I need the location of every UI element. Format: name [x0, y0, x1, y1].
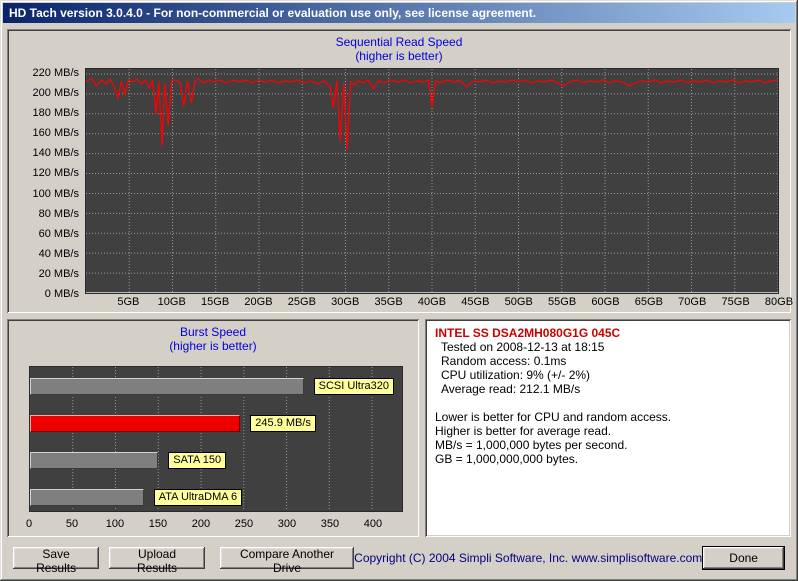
drive-stat-line: Average read: 212.1 MB/s	[441, 382, 581, 396]
burst-bar-label: SATA 150	[168, 452, 227, 469]
read-x-tick-label: 5GB	[117, 296, 140, 308]
read-x-tick-label: 45GB	[461, 296, 490, 308]
burst-plot-area: SCSI Ultra320 245.9 MB/s SATA 150 ATA Ultra…	[29, 366, 403, 512]
drive-note-line: MB/s = 1,000,000 bytes per second.	[435, 438, 628, 452]
burst-bar-label: SCSI Ultra320	[313, 378, 394, 395]
read-x-tick-label: 50GB	[504, 296, 533, 308]
read-chart-title: Sequential Read Speed	[335, 35, 463, 49]
read-y-tick-label: 40 MB/s	[38, 247, 79, 260]
compare-another-drive-button[interactable]: Compare Another Drive	[219, 547, 355, 575]
read-x-tick-label: 10GB	[157, 296, 186, 308]
read-plot-area	[85, 68, 779, 294]
button-row: Save Results Upload Results Compare Anot…	[7, 546, 791, 575]
read-x-tick-label: 30GB	[331, 296, 360, 308]
burst-bar-label: ATA UltraDMA 6	[153, 489, 243, 506]
read-x-tick-label: 40GB	[417, 296, 447, 308]
window-title: HD Tach version 3.0.4.0 - For non-commer…	[9, 6, 537, 20]
burst-bar-label: 245.9 MB/s	[250, 415, 316, 432]
read-x-tick-label: 65GB	[634, 296, 663, 308]
done-button[interactable]: Done	[702, 546, 785, 570]
read-plot-svg	[86, 69, 778, 293]
window-content: Sequential Read Speed (higher is better)…	[3, 23, 795, 575]
read-x-tick-label: 15GB	[201, 296, 230, 308]
burst-x-axis-labels: 0 50 100 150 200 250 300 350 400	[25, 516, 403, 530]
read-x-tick-label: 20GB	[244, 296, 273, 308]
read-y-tick-label: 160 MB/s	[32, 127, 79, 140]
burst-bar	[30, 415, 241, 432]
read-x-tick-label: 55GB	[548, 296, 577, 308]
read-y-tick-label: 200 MB/s	[32, 87, 79, 100]
burst-x-tick-label: 50	[65, 518, 79, 530]
read-y-tick-label: 80 MB/s	[38, 207, 79, 220]
read-y-tick-label: 0 MB/s	[44, 288, 79, 300]
burst-x-tick-label: 100	[105, 518, 125, 530]
drive-name: INTEL SS DSA2MH080G1G 045C	[435, 326, 621, 340]
read-x-tick-label: 60GB	[591, 296, 620, 308]
burst-speed-panel: Burst Speed (higher is better) SCSI Ultr…	[7, 319, 419, 537]
read-y-tick-label: 140 MB/s	[32, 147, 79, 160]
burst-bar	[30, 452, 159, 469]
read-x-tick-label: 75GB	[721, 296, 750, 308]
drive-stat-line: CPU utilization: 9% (+/- 2%)	[441, 368, 591, 382]
burst-chart-subtitle: (higher is better)	[169, 339, 257, 353]
burst-bar	[30, 489, 144, 506]
drive-stat-line: Tested on 2008-12-13 at 18:15	[441, 340, 605, 354]
drive-stat-line: Random access: 0.1ms	[441, 354, 567, 368]
read-y-tick-label: 100 MB/s	[32, 187, 79, 200]
upload-results-button[interactable]: Upload Results	[109, 547, 205, 575]
title-bar[interactable]: HD Tach version 3.0.4.0 - For non-commer…	[3, 3, 795, 23]
read-y-tick-label: 60 MB/s	[38, 227, 79, 240]
read-x-tick-label: 35GB	[374, 296, 403, 308]
read-x-tick-label: 80GB	[764, 296, 794, 308]
read-y-tick-label: 120 MB/s	[32, 167, 79, 180]
save-results-button[interactable]: Save Results	[13, 547, 100, 575]
read-chart-subtitle: (higher is better)	[355, 49, 443, 63]
burst-x-tick-label: 150	[148, 518, 168, 530]
drive-note-line: Higher is better for average read.	[435, 424, 612, 438]
burst-x-tick-label: 350	[320, 518, 340, 530]
burst-bar	[30, 378, 304, 395]
burst-x-tick-label: 200	[191, 518, 211, 530]
burst-x-tick-label: 400	[363, 518, 383, 530]
drive-notes: Lower is better for CPU and random acces…	[435, 410, 781, 466]
drive-note-line: GB = 1,000,000,000 bytes.	[435, 452, 579, 466]
drive-stats: Tested on 2008-12-13 at 18:15 Random acce…	[435, 340, 781, 396]
drive-info-panel: INTEL SS DSA2MH080G1G 045C Tested on 200…	[425, 319, 791, 537]
read-y-tick-label: 220 MB/s	[32, 67, 79, 80]
read-chart: 220 MB/s 200 MB/s 180 MB/s 160 MB/s 140 MB/s…	[7, 67, 794, 310]
burst-chart-title: Burst Speed	[179, 325, 247, 339]
read-y-axis-labels: 220 MB/s 200 MB/s 180 MB/s 160 MB/s 140 MB/s…	[7, 67, 85, 300]
burst-x-tick-label: 0	[25, 518, 33, 530]
sequential-read-panel: Sequential Read Speed (higher is better)…	[7, 29, 794, 313]
read-x-tick-label: 25GB	[287, 296, 316, 308]
burst-x-tick-label: 250	[234, 518, 254, 530]
hd-tach-window: HD Tach version 3.0.4.0 - For non-commer…	[0, 0, 798, 581]
read-y-tick-label: 180 MB/s	[32, 107, 79, 120]
burst-x-tick-label: 300	[277, 518, 297, 530]
read-y-tick-label: 20 MB/s	[38, 267, 79, 280]
drive-note-line: Lower is better for CPU and random acces…	[435, 410, 672, 424]
read-x-axis-labels: 5GB 10GB 15GB 20GB 25GB 30GB 35GB 40GB 45GB 50GB 5…	[85, 294, 793, 310]
read-x-tick-label: 70GB	[678, 296, 707, 308]
copyright-text: Copyright (C) 2004 Simpli Software, Inc.…	[354, 551, 703, 565]
